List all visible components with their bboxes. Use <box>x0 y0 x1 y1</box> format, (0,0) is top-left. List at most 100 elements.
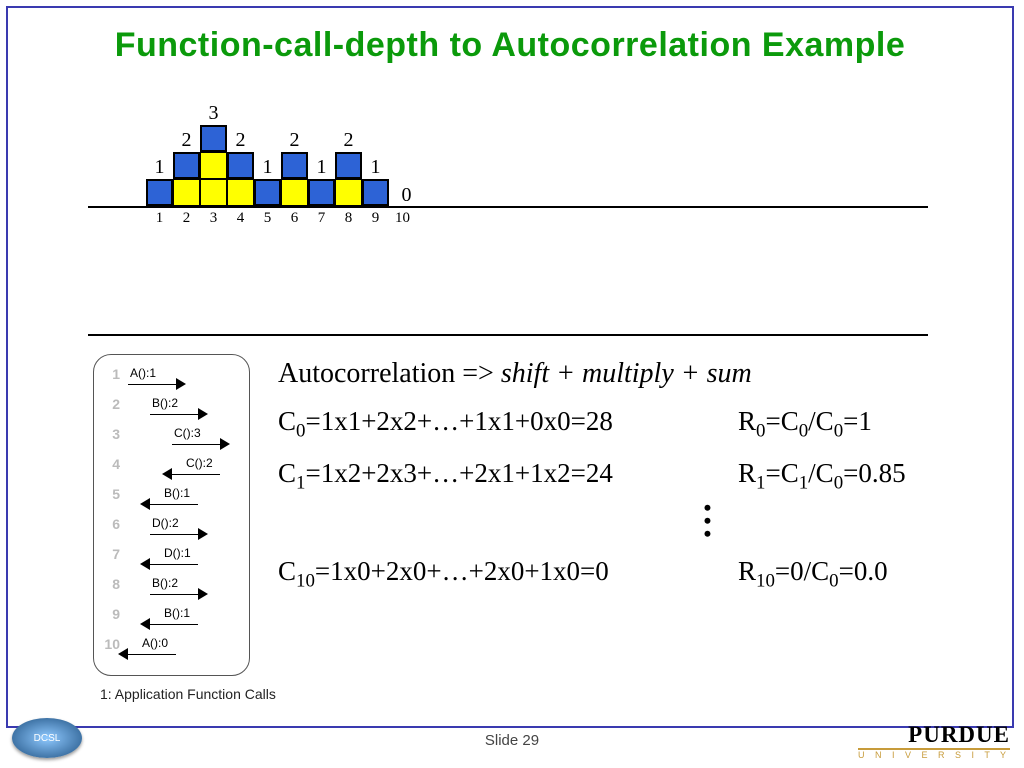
call-label: C():2 <box>186 456 213 470</box>
depth-bar-chart: 112233241526172819010 <box>88 88 928 218</box>
call-label: A():1 <box>130 366 156 380</box>
bar-top-cell <box>173 152 200 179</box>
call-step-number: 5 <box>100 486 120 502</box>
eq-c10-s: 10 <box>296 571 315 592</box>
eq-c0: C0=1x1+2x2+…+1x1+0x0=28 <box>278 406 738 442</box>
call-step-number: 8 <box>100 576 120 592</box>
value-label: 2 <box>335 129 362 152</box>
call-trace-row: 1 A():1 <box>94 363 249 391</box>
value-label: 2 <box>227 129 254 152</box>
bar-top-cell <box>146 179 173 206</box>
x-label: 9 <box>362 210 389 227</box>
bar-top-cell <box>281 152 308 179</box>
bar-cell <box>200 152 227 179</box>
x-label: 6 <box>281 210 308 227</box>
call-label: B():2 <box>152 396 178 410</box>
call-label: A():0 <box>142 636 168 650</box>
call-trace-row: 7 D():1 <box>94 543 249 571</box>
call-label: D():1 <box>164 546 191 560</box>
call-step-number: 7 <box>100 546 120 562</box>
equation-area: Autocorrelation => shift + multiply + su… <box>278 358 978 593</box>
call-trace-row: 3 C():3 <box>94 423 249 451</box>
page-title: Function-call-depth to Autocorrelation E… <box>8 26 1012 65</box>
call-label: B():1 <box>164 486 190 500</box>
x-label: 2 <box>173 210 200 227</box>
eq-r0-s2: 0 <box>799 420 808 441</box>
eq-r1-t: =C <box>765 458 798 488</box>
value-label: 3 <box>200 102 227 125</box>
call-trace-row: 4 C():2 <box>94 453 249 481</box>
x-label: 3 <box>200 210 227 227</box>
call-label: D():2 <box>152 516 179 530</box>
value-label: 2 <box>281 129 308 152</box>
bar-top-cell <box>254 179 281 206</box>
dcsl-logo-icon: DCSL <box>12 718 82 758</box>
call-trace-row: 5 B():1 <box>94 483 249 511</box>
eq-r10-s3: 0 <box>829 571 838 592</box>
x-label: 1 <box>146 210 173 227</box>
x-label: 4 <box>227 210 254 227</box>
call-trace-row: 2 B():2 <box>94 393 249 421</box>
eq-c10-t: =1x0+2x0+…+2x0+1x0=0 <box>315 556 609 586</box>
call-step-number: 1 <box>100 366 120 382</box>
x-label: 8 <box>335 210 362 227</box>
ellipsis-icon: ••• <box>478 501 938 541</box>
autocorr-definition: Autocorrelation => shift + multiply + su… <box>278 358 978 390</box>
bar-cell <box>281 179 308 206</box>
eq-c0-l: C <box>278 406 296 436</box>
eq-c10-l: C <box>278 556 296 586</box>
call-step-number: 6 <box>100 516 120 532</box>
call-trace-row: 8 B():2 <box>94 573 249 601</box>
eq-c1-t: =1x2+2x3+…+2x1+1x2=24 <box>305 458 612 488</box>
eq-r0-t: =C <box>765 406 798 436</box>
bar-top-cell <box>200 125 227 152</box>
call-trace-caption: 1: Application Function Calls <box>100 686 276 702</box>
bar-cell <box>173 179 200 206</box>
value-label: 1 <box>308 156 335 179</box>
eq-header-it: shift + multiply + sum <box>501 358 752 389</box>
secondary-axis <box>88 334 928 336</box>
call-trace-row: 6 D():2 <box>94 513 249 541</box>
bar-cell <box>227 179 254 206</box>
call-step-number: 3 <box>100 426 120 442</box>
x-label: 5 <box>254 210 281 227</box>
eq-r10-t3: =0.0 <box>839 556 888 586</box>
eq-r1-t2: /C <box>808 458 834 488</box>
bar-cell <box>200 179 227 206</box>
call-trace-row: 9B():1 <box>94 603 249 631</box>
bar-top-cell <box>362 179 389 206</box>
eq-r0-l: R <box>738 406 756 436</box>
eq-c1: C1=1x2+2x3+…+2x1+1x2=24 <box>278 458 738 494</box>
eq-r0-s3: 0 <box>834 420 843 441</box>
x-axis <box>88 206 928 208</box>
bar-top-cell <box>335 152 362 179</box>
function-call-trace-box: 1 A():1 2 B():2 3 C():3 4 C():2 5 B():1 6 D():2 7 D()… <box>93 354 250 676</box>
call-label: B():2 <box>152 576 178 590</box>
call-step-number: 4 <box>100 456 120 472</box>
purdue-logo-text: PURDUE <box>858 722 1010 748</box>
eq-r10: R10=0/C0=0.0 <box>738 556 978 592</box>
x-label: 7 <box>308 210 335 227</box>
bar-top-cell <box>227 152 254 179</box>
call-label: C():3 <box>174 426 201 440</box>
eq-r10-t: =0/C <box>775 556 829 586</box>
eq-r1-t3: =0.85 <box>843 458 905 488</box>
value-label: 1 <box>362 156 389 179</box>
eq-r10-s: 10 <box>756 571 775 592</box>
eq-r0-t3: =1 <box>843 406 872 436</box>
value-label: 2 <box>173 129 200 152</box>
x-label: 10 <box>389 210 416 227</box>
bar-top-cell <box>308 179 335 206</box>
eq-r10-l: R <box>738 556 756 586</box>
eq-r0-t2: /C <box>808 406 834 436</box>
call-label: B():1 <box>164 606 190 620</box>
eq-header-pre: Autocorrelation => <box>278 358 501 389</box>
call-step-number: 10 <box>100 636 120 652</box>
eq-r0: R0=C0/C0=1 <box>738 406 978 442</box>
call-step-number: 2 <box>100 396 120 412</box>
eq-c1-l: C <box>278 458 296 488</box>
eq-c0-t: =1x1+2x2+…+1x1+0x0=28 <box>305 406 612 436</box>
eq-r1-s3: 0 <box>834 473 843 494</box>
value-label: 1 <box>146 156 173 179</box>
purdue-logo: PURDUE U N I V E R S I T Y <box>858 722 1010 760</box>
